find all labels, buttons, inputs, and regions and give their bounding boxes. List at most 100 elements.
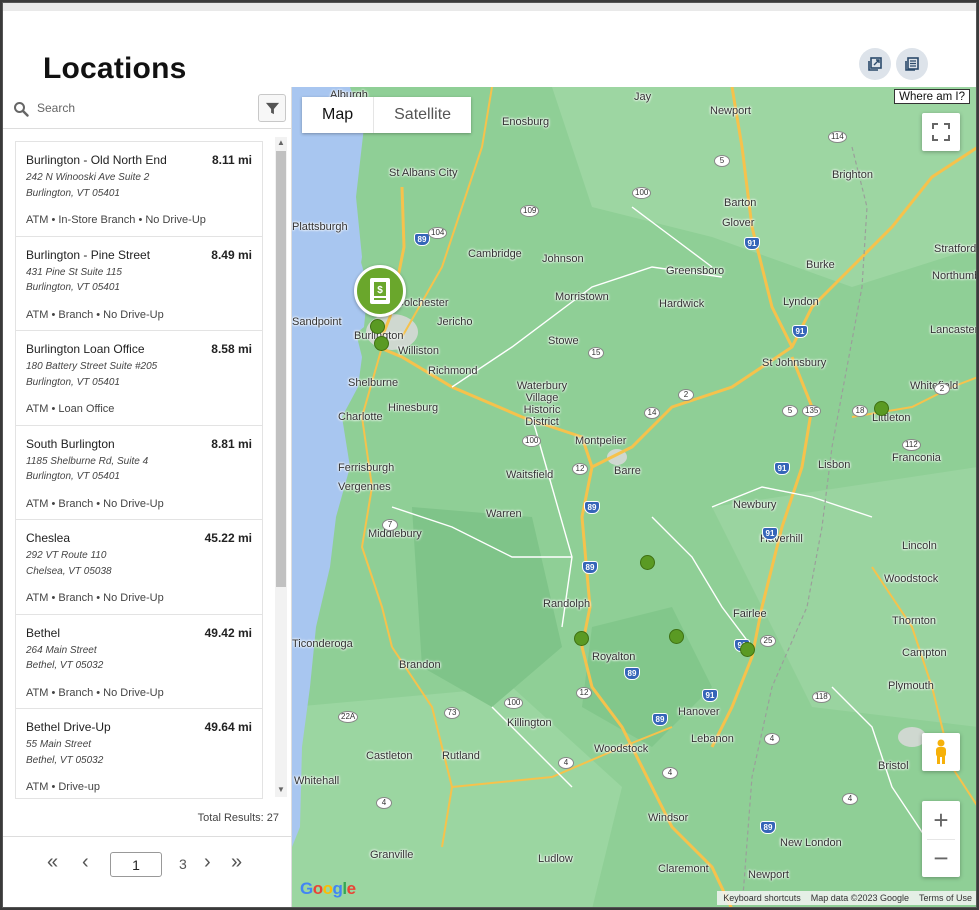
route-shield: 18 [852,405,868,417]
location-distance: 8.49 mi [211,247,252,262]
place-label: Barton [724,197,757,209]
last-page-button[interactable]: » [231,850,242,874]
location-distance: 8.58 mi [211,342,252,356]
place-label: Newbury [733,499,777,511]
location-distance: 49.42 mi [204,625,252,640]
location-address-line2: Chelsea, VT 05038 [26,565,112,577]
place-label: Montpelier [575,435,627,447]
total-results: Total Results: 27 [197,812,279,824]
place-label: Fairlee [733,608,767,620]
list-item[interactable]: Burlington - Old North End 8.11 mi 242 N… [16,142,262,237]
location-marker[interactable] [640,555,655,570]
zoom-in-button[interactable]: + [922,801,960,839]
street-view-pegman[interactable] [922,733,960,771]
map-view[interactable]: Alburgh Jay Newport Enosburg St Albans C… [292,87,977,908]
list-item[interactable]: Bethel 49.42 mi 264 Main Street Bethel, … [16,615,262,709]
location-services: ATM • Drive-up [26,781,100,793]
place-label: Ferrisburgh [338,462,395,474]
place-label: Charlotte [338,411,383,423]
route-shield: 4 [662,767,678,779]
place-label: St Albans City [389,167,458,179]
location-marker[interactable] [874,401,889,416]
place-label: Claremont [658,863,709,875]
location-address-line1: 264 Main Street [26,644,97,656]
google-logo: Google [300,879,356,898]
terms-link[interactable]: Terms of Use [919,892,972,904]
place-label: Lisbon [818,459,851,471]
route-shield: 89 [624,667,640,680]
place-label: Waitsfield [506,469,554,481]
export-button[interactable] [859,48,891,80]
place-label: Glover [722,217,755,229]
location-services: ATM • Branch • No Drive-Up [26,592,164,604]
location-distance: 45.22 mi [204,531,252,545]
fullscreen-button[interactable] [922,113,960,151]
place-label: Vergennes [338,481,391,493]
map-type-control: Map Satellite [302,97,472,133]
filter-button[interactable] [258,94,286,122]
app-window: Locations Burlington - Old North End 8.1… [2,2,977,908]
place-label: Shelburne [348,377,399,389]
place-label: Castleton [366,750,413,762]
route-shield: 22A [338,711,359,723]
list-item[interactable]: Burlington - Pine Street 8.49 mi 431 Pin… [16,237,262,331]
place-label: Ticonderoga [292,638,353,650]
location-address-line2: Burlington, VT 05401 [26,376,120,388]
location-marker[interactable] [669,629,684,644]
route-shield: 89 [584,501,600,514]
location-services: ATM • Loan Office [26,403,115,415]
where-am-i-button[interactable]: Where am I? [894,89,970,104]
map-canvas[interactable] [292,87,977,908]
next-page-button[interactable]: › [204,850,211,874]
total-pages: 3 [179,856,187,872]
page-number-input[interactable] [110,852,162,877]
map-type-satellite-button[interactable]: Satellite [373,97,471,133]
filter-icon [265,102,279,114]
place-label: Hanover [678,706,720,718]
location-services: ATM • Branch • No Drive-Up [26,308,164,321]
location-address-line1: 431 Pine St Suite 115 [26,266,122,278]
page-title: Locations [43,52,187,85]
place-label: Thornton [892,615,937,627]
scroll-down-icon[interactable]: ▼ [277,786,285,794]
location-marker[interactable] [740,642,755,657]
place-label: Newport [710,105,751,117]
location-address-line2: Burlington, VT 05401 [26,187,120,199]
scroll-up-icon[interactable]: ▲ [277,139,285,147]
location-marker[interactable] [574,631,589,646]
keyboard-shortcuts-link[interactable]: Keyboard shortcuts [723,892,801,904]
list-item[interactable]: Bethel Drive-Up 49.64 mi 55 Main Street … [16,709,262,798]
selected-location-marker[interactable]: $ [354,265,406,317]
zoom-out-button[interactable]: − [922,839,960,877]
prev-page-button[interactable]: ‹ [82,850,89,874]
place-label: Campton [902,647,947,659]
place-label: Cambridge [468,248,522,260]
location-list: Burlington - Old North End 8.11 mi 242 N… [15,141,263,799]
place-label: Granville [370,849,414,861]
print-list-button[interactable] [896,48,928,80]
route-shield: 114 [828,131,847,143]
location-marker[interactable] [370,319,385,334]
location-address-line1: 242 N Winooski Ave Suite 2 [26,172,150,183]
route-shield: 15 [588,347,604,359]
place-label: New London [780,837,842,849]
pager-divider [3,836,292,837]
place-label: Johnson [542,253,584,265]
list-item[interactable]: Cheslea 45.22 mi 292 VT Route 110 Chelse… [16,520,262,615]
place-label: Jericho [437,316,473,328]
scrollbar-thumb[interactable] [276,151,286,587]
search-bar [3,87,292,129]
location-marker[interactable] [374,336,389,351]
list-item[interactable]: Burlington Loan Office 8.58 mi 180 Batte… [16,331,262,426]
first-page-button[interactable]: « [47,850,58,874]
search-input[interactable] [37,97,252,119]
place-label: Williston [398,345,439,357]
place-label: Lincoln [902,540,937,552]
place-label: Sandpoint [292,316,342,328]
svg-text:$: $ [377,285,383,296]
place-label: Northumberland [932,270,976,282]
location-address-line2: Bethel, VT 05032 [26,754,104,766]
list-scrollbar[interactable]: ▲ ▼ [275,137,287,797]
list-item[interactable]: South Burlington 8.81 mi 1185 Shelburne … [16,426,262,520]
map-type-map-button[interactable]: Map [302,97,373,133]
